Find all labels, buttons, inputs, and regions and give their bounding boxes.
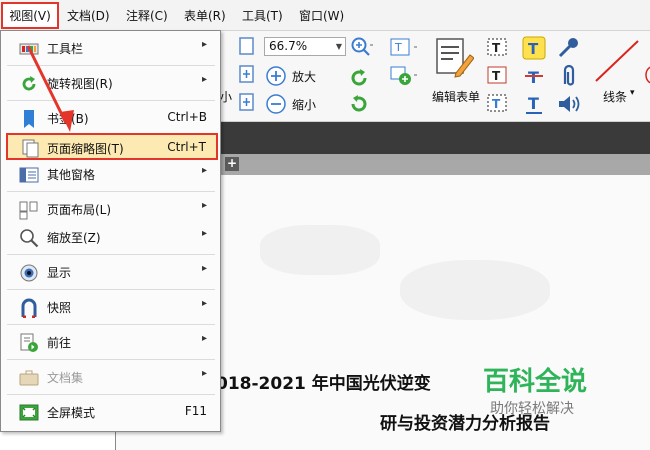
annotation-arrow xyxy=(26,45,74,132)
